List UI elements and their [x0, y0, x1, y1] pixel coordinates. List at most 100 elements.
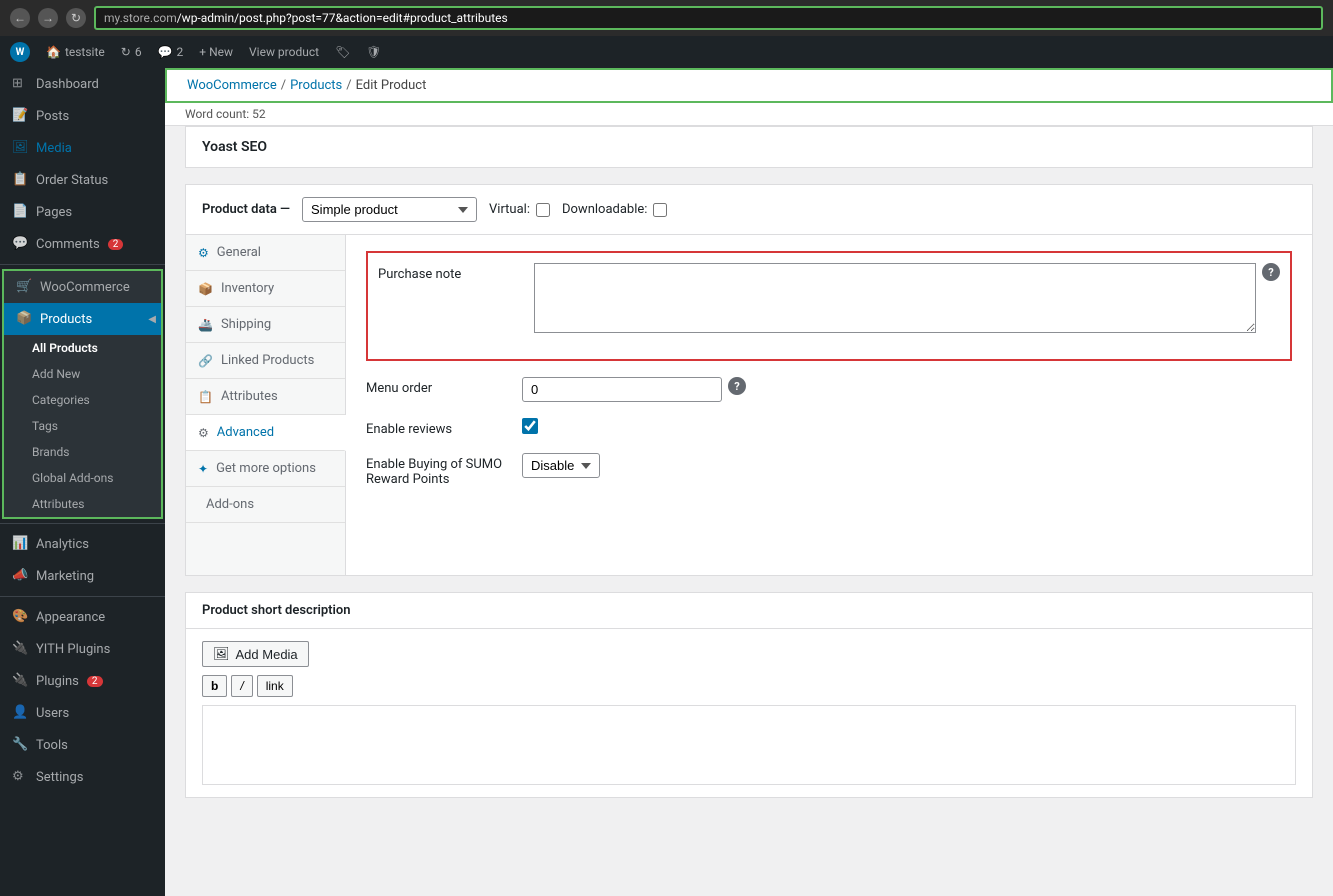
purchase-note-textarea[interactable]	[534, 263, 1256, 333]
plugins-icon: 🔌	[12, 673, 28, 689]
sidebar-item-comments[interactable]: 💬 Comments 2	[0, 228, 165, 260]
sidebar-item-dashboard[interactable]: ⊞ Dashboard	[0, 68, 165, 100]
sidebar-label-tools: Tools	[36, 738, 68, 753]
add-media-icon: 🖼	[213, 646, 230, 662]
product-data-section: Product data — Simple product Grouped pr…	[185, 184, 1313, 576]
tab-attributes-label: Attributes	[221, 389, 278, 404]
breadcrumb-woocommerce[interactable]: WooCommerce	[187, 78, 277, 93]
submenu-item-global-addons[interactable]: Global Add-ons	[4, 465, 161, 491]
wp-logo[interactable]: W	[10, 42, 30, 62]
sidebar-item-yith[interactable]: 🔌 YITH Plugins	[0, 633, 165, 665]
tab-linked-products[interactable]: 🔗 Linked Products	[186, 343, 345, 379]
sidebar-item-posts[interactable]: 📝 Posts	[0, 100, 165, 132]
products-arrow: ◀	[148, 314, 156, 325]
add-media-button[interactable]: 🖼 Add Media	[202, 641, 309, 667]
sumo-select[interactable]: Disable Enable	[522, 453, 600, 478]
tab-get-more-label: Get more options	[216, 461, 316, 476]
tab-inventory[interactable]: 📦 Inventory	[186, 271, 345, 307]
italic-button[interactable]: /	[231, 675, 252, 697]
sidebar-item-users[interactable]: 👤 Users	[0, 697, 165, 729]
sidebar-item-media[interactable]: 🖼 Media	[0, 132, 165, 164]
product-tabs: ⚙ General 📦 Inventory 🚢 Shipping 🔗	[186, 235, 346, 575]
tab-general[interactable]: ⚙ General	[186, 235, 345, 271]
inventory-icon: 📦	[198, 282, 213, 296]
site-name-item[interactable]: 🏠 testsite	[46, 45, 105, 59]
sidebar-item-analytics[interactable]: 📊 Analytics	[0, 528, 165, 560]
tab-advanced-label: Advanced	[217, 425, 274, 440]
tab-add-ons[interactable]: Add-ons	[186, 487, 345, 523]
tab-get-more[interactable]: ✦ Get more options	[186, 451, 345, 487]
sumo-label: Enable Buying of SUMO Reward Points	[366, 453, 506, 487]
forward-button[interactable]: →	[38, 8, 58, 28]
word-count-text: Word count: 52	[185, 107, 266, 121]
settings-icon: ⚙	[12, 769, 28, 785]
word-count-bar: Word count: 52	[165, 103, 1333, 126]
bold-button[interactable]: b	[202, 675, 227, 697]
purchase-note-help[interactable]: ?	[1262, 263, 1280, 281]
tab-inventory-label: Inventory	[221, 281, 274, 296]
tab-advanced[interactable]: ⚙ Advanced	[186, 415, 346, 451]
cache-item[interactable]: ↻ 6	[121, 45, 142, 59]
breadcrumb: WooCommerce / Products / Edit Product	[165, 68, 1333, 103]
short-desc-section: Product short description 🖼 Add Media b …	[185, 592, 1313, 798]
submenu-item-brands[interactable]: Brands	[4, 439, 161, 465]
tab-advanced-content: Purchase note ? Menu order	[346, 235, 1312, 575]
content-area: Yoast SEO Product data — Simple product …	[165, 126, 1333, 834]
tools-icon: 🔧	[12, 737, 28, 753]
tab-shipping[interactable]: 🚢 Shipping	[186, 307, 345, 343]
breadcrumb-products[interactable]: Products	[290, 78, 342, 93]
sidebar-item-settings[interactable]: ⚙ Settings	[0, 761, 165, 793]
menu-order-wrap: ?	[522, 377, 1292, 402]
downloadable-label: Downloadable:	[562, 202, 647, 217]
downloadable-checkbox[interactable]	[653, 203, 667, 217]
comments-item[interactable]: 💬 2	[158, 45, 184, 59]
submenu-item-attributes[interactable]: Attributes	[4, 491, 161, 517]
link-button[interactable]: link	[257, 675, 293, 697]
downloadable-checkbox-group: Downloadable:	[562, 202, 667, 217]
tab-attributes[interactable]: 📋 Attributes	[186, 379, 345, 415]
sidebar-item-plugins[interactable]: 🔌 Plugins 2	[0, 665, 165, 697]
products-icon: 📦	[16, 311, 32, 327]
enable-reviews-checkbox[interactable]	[522, 418, 538, 434]
sidebar-item-woocommerce[interactable]: 🛒 WooCommerce	[4, 271, 161, 303]
yoast-icon-item[interactable]: 🏷	[335, 45, 350, 59]
view-product-item[interactable]: View product	[249, 45, 319, 59]
sidebar-item-marketing[interactable]: 📣 Marketing	[0, 560, 165, 592]
get-more-icon: ✦	[198, 462, 208, 476]
tab-linked-products-label: Linked Products	[221, 353, 314, 368]
short-desc-editor[interactable]	[202, 705, 1296, 785]
virtual-checkbox[interactable]	[536, 203, 550, 217]
sumo-field: Enable Buying of SUMO Reward Points Disa…	[366, 453, 1292, 487]
sidebar-label-posts: Posts	[36, 109, 69, 124]
sidebar-divider-3	[0, 596, 165, 597]
sidebar-item-products[interactable]: 📦 Products ◀	[4, 303, 161, 335]
purchase-note-wrap: ?	[534, 263, 1280, 333]
shield-icon-item[interactable]: 🛡	[366, 45, 381, 59]
purchase-note-container: Purchase note ?	[366, 251, 1292, 361]
submenu-item-all-products[interactable]: All Products	[4, 335, 161, 361]
sidebar-item-appearance[interactable]: 🎨 Appearance	[0, 601, 165, 633]
sidebar-label-settings: Settings	[36, 770, 83, 785]
menu-order-help[interactable]: ?	[728, 377, 746, 395]
product-type-select[interactable]: Simple product Grouped product External/…	[302, 197, 477, 222]
new-item[interactable]: + New	[199, 45, 233, 59]
yoast-title: Yoast SEO	[202, 139, 267, 155]
posts-icon: 📝	[12, 108, 28, 124]
submenu-item-add-new[interactable]: Add New	[4, 361, 161, 387]
sidebar-label-order-status: Order Status	[36, 173, 108, 188]
reload-button[interactable]: ↻	[66, 8, 86, 28]
sidebar-item-order-status[interactable]: 📋 Order Status	[0, 164, 165, 196]
sidebar-item-tools[interactable]: 🔧 Tools	[0, 729, 165, 761]
new-label: + New	[199, 45, 233, 59]
tab-shipping-label: Shipping	[221, 317, 271, 332]
url-bar[interactable]: my.store.com /wp-admin/post.php?post=77&…	[94, 6, 1323, 30]
add-media-label: Add Media	[236, 647, 298, 662]
virtual-checkbox-group: Virtual:	[489, 202, 550, 217]
submenu-item-tags[interactable]: Tags	[4, 413, 161, 439]
yoast-icon: 🏷	[335, 45, 350, 59]
sidebar-item-pages[interactable]: 📄 Pages	[0, 196, 165, 228]
sidebar-label-woocommerce: WooCommerce	[40, 280, 130, 295]
submenu-item-categories[interactable]: Categories	[4, 387, 161, 413]
menu-order-input[interactable]	[522, 377, 722, 402]
back-button[interactable]: ←	[10, 8, 30, 28]
